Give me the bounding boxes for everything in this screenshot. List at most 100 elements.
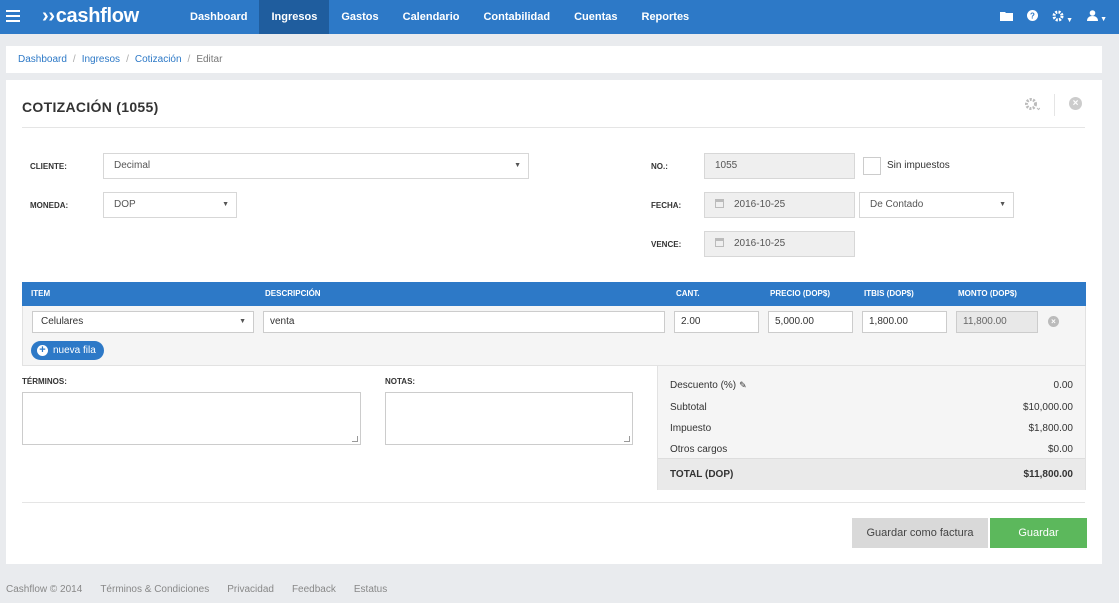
precio-input[interactable]: 5,000.00 <box>768 311 853 333</box>
top-icons: ? ▼ ▼ <box>1000 0 1107 34</box>
notas-textarea[interactable] <box>385 392 633 445</box>
terminos-textarea[interactable] <box>22 392 361 445</box>
total-label: TOTAL (DOP) <box>670 469 734 480</box>
footer-link-privacidad[interactable]: Privacidad <box>227 584 274 595</box>
descuento-label: Descuento (%) <box>670 380 737 391</box>
terminos-label: TÉRMINOS: <box>22 377 67 386</box>
moneda-value: DOP <box>114 199 136 210</box>
otros-cargos-row: Otros cargos $0.00 <box>670 444 1073 455</box>
breadcrumb: Dashboard / Ingresos / Cotización / Editar <box>6 46 1102 73</box>
total-row: TOTAL (DOP) $11,800.00 <box>658 458 1085 490</box>
cantidad-input[interactable]: 2.00 <box>674 311 759 333</box>
table-row: Celulares ▼ venta 2.00 5,000.00 1,800.00 … <box>22 306 1086 366</box>
column-header-descripcion: DESCRIPCIÓN <box>265 289 321 298</box>
footer-link-estatus[interactable]: Estatus <box>354 584 387 595</box>
nav-gastos[interactable]: Gastos <box>329 0 390 34</box>
impuesto-value: $1,800.00 <box>1028 423 1074 434</box>
sin-impuestos-label: Sin impuestos <box>887 160 950 171</box>
item-value: Celulares <box>41 316 84 327</box>
breadcrumb-separator: / <box>187 54 191 65</box>
column-header-monto: MONTO (DOP$) <box>958 289 1017 298</box>
chevron-down-icon: ▼ <box>1100 16 1107 23</box>
descripcion-input[interactable]: venta <box>263 311 665 333</box>
breadcrumb-dashboard[interactable]: Dashboard <box>18 54 67 65</box>
pencil-icon[interactable]: ✎ <box>739 380 747 390</box>
notas-label: NOTAS: <box>385 377 416 386</box>
footer-link-feedback[interactable]: Feedback <box>292 584 336 595</box>
resize-handle[interactable] <box>352 436 358 442</box>
subtotal-row: Subtotal $10,000.00 <box>670 402 1073 413</box>
cliente-value: Decimal <box>114 160 151 171</box>
otros-cargos-label: Otros cargos <box>670 444 728 455</box>
vence-value: 2016-10-25 <box>734 238 786 249</box>
breadcrumb-cotizacion[interactable]: Cotización <box>135 54 182 65</box>
user-menu-icon[interactable]: ▼ <box>1087 10 1107 24</box>
descuento-row: Descuento (%) ✎ 0.00 <box>670 380 1073 391</box>
page-title: COTIZACIÓN (1055) <box>22 99 159 115</box>
help-icon[interactable]: ? <box>1027 10 1039 24</box>
save-as-invoice-button[interactable]: Guardar como factura <box>852 518 988 548</box>
calendar-icon <box>715 238 724 247</box>
column-header-itbis: ITBIS (DOP$) <box>864 289 914 298</box>
quote-panel: COTIZACIÓN (1055) × CLIENTE: Decimal ▼ MO… <box>6 80 1102 564</box>
chevron-down-icon: ▼ <box>514 162 521 169</box>
breadcrumb-ingresos[interactable]: Ingresos <box>82 54 120 65</box>
plus-icon: + <box>37 345 48 356</box>
itbis-input[interactable]: 1,800.00 <box>862 311 947 333</box>
nav-cuentas[interactable]: Cuentas <box>562 0 629 34</box>
nav-dashboard[interactable]: Dashboard <box>178 0 259 34</box>
no-label: NO.: <box>651 162 668 171</box>
footer: Cashflow © 2014 Términos & Condiciones P… <box>6 584 387 595</box>
totals-panel: Descuento (%) ✎ 0.00 Subtotal $10,000.00 … <box>657 366 1086 490</box>
top-navbar: ››cashflow Dashboard Ingresos Gastos Cal… <box>0 0 1119 34</box>
chevron-down-icon: ▼ <box>999 201 1006 208</box>
close-icon[interactable]: × <box>1069 97 1082 110</box>
brand-name: cashflow <box>55 5 139 27</box>
breadcrumb-separator: / <box>72 54 76 65</box>
fecha-value: 2016-10-25 <box>734 199 786 210</box>
brand-logo[interactable]: ››cashflow <box>42 5 139 28</box>
remove-row-icon[interactable]: × <box>1048 316 1059 327</box>
settings-menu-icon[interactable]: ▼ <box>1052 10 1073 25</box>
nav-reportes[interactable]: Reportes <box>630 0 702 34</box>
item-select[interactable]: Celulares ▼ <box>32 311 254 333</box>
items-table-header: ITEM DESCRIPCIÓN CANT. PRECIO (DOP$) ITB… <box>22 282 1086 306</box>
divider <box>22 502 1085 503</box>
footer-link-terminos[interactable]: Términos & Condiciones <box>100 584 209 595</box>
column-header-cantidad: CANT. <box>676 289 700 298</box>
vence-field[interactable]: 2016-10-25 <box>704 231 855 257</box>
subtotal-label: Subtotal <box>670 402 707 413</box>
breadcrumb-separator: / <box>126 54 129 65</box>
folder-icon[interactable] <box>1000 10 1014 24</box>
chevron-down-icon: ▼ <box>1066 16 1074 24</box>
fecha-field[interactable]: 2016-10-25 <box>704 192 855 218</box>
gear-icon[interactable] <box>1024 97 1041 114</box>
column-header-precio: PRECIO (DOP$) <box>770 289 831 298</box>
add-row-button[interactable]: + nueva fila <box>31 341 104 360</box>
footer-copyright: Cashflow © 2014 <box>6 584 83 595</box>
subtotal-value: $10,000.00 <box>1022 402 1073 413</box>
hamburger-menu-icon[interactable] <box>6 10 20 22</box>
impuesto-label: Impuesto <box>670 423 712 434</box>
breadcrumb-current: Editar <box>196 54 223 65</box>
divider <box>1054 94 1055 116</box>
impuesto-row: Impuesto $1,800.00 <box>670 423 1073 434</box>
chevron-down-icon: ▼ <box>222 201 229 208</box>
no-field[interactable]: 1055 <box>704 153 855 179</box>
chevron-down-icon: ▼ <box>239 318 246 325</box>
main-nav: Dashboard Ingresos Gastos Calendario Con… <box>178 0 701 34</box>
save-button[interactable]: Guardar <box>990 518 1087 548</box>
vence-label: VENCE: <box>651 240 682 249</box>
resize-handle[interactable] <box>624 436 630 442</box>
cliente-select[interactable]: Decimal ▼ <box>103 153 529 179</box>
nav-calendario[interactable]: Calendario <box>391 0 472 34</box>
payment-term-select[interactable]: De Contado ▼ <box>859 192 1014 218</box>
moneda-select[interactable]: DOP ▼ <box>103 192 237 218</box>
nav-contabilidad[interactable]: Contabilidad <box>471 0 562 34</box>
cliente-label: CLIENTE: <box>30 162 67 171</box>
sin-impuestos-checkbox[interactable] <box>863 157 881 175</box>
otros-cargos-value: $0.00 <box>1047 444 1073 455</box>
column-header-item: ITEM <box>31 289 51 298</box>
nav-ingresos[interactable]: Ingresos <box>259 0 330 34</box>
calendar-icon <box>715 199 724 208</box>
